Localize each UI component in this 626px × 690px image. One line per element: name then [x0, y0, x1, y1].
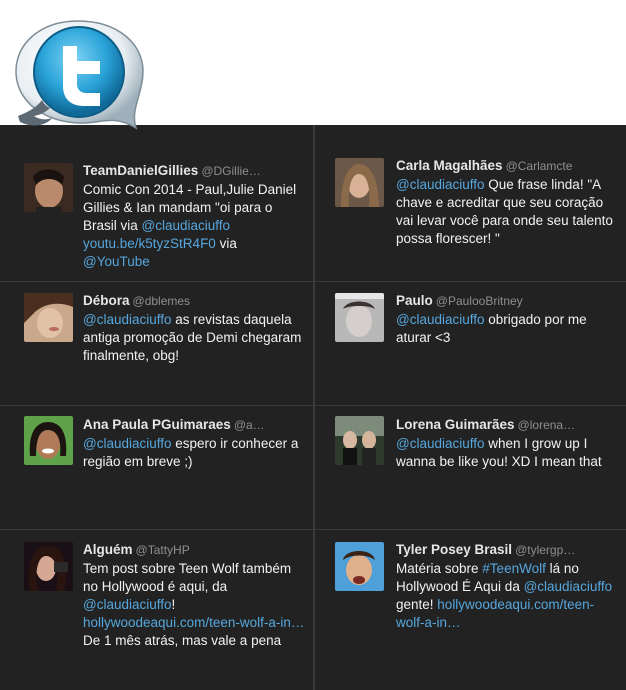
- author-handle[interactable]: @lorena…: [518, 418, 576, 432]
- tweet-link[interactable]: @claudiaciuffo: [524, 579, 613, 594]
- tweet-link[interactable]: @YouTube: [83, 254, 150, 269]
- tweet-content: Débora @dblemes @claudiaciuffo as revista…: [83, 292, 305, 365]
- avatar[interactable]: [335, 542, 384, 591]
- author-name[interactable]: Paulo: [396, 293, 433, 308]
- tweet-card[interactable]: Alguém @TattyHP Tem post sobre Teen Wolf …: [0, 530, 313, 690]
- avatar[interactable]: [335, 293, 384, 342]
- author-handle[interactable]: @Carlamcte: [506, 159, 573, 173]
- tweet-content: Lorena Guimarães @lorena… @claudiaciuffo …: [396, 416, 618, 471]
- tweet-content: Carla Magalhães @Carlamcte @claudiaciuffo…: [396, 157, 618, 248]
- author-name[interactable]: Débora: [83, 293, 130, 308]
- tweet-content: Tyler Posey Brasil @tylergp… Matéria sobr…: [396, 541, 618, 632]
- avatar[interactable]: [24, 416, 73, 465]
- author-name[interactable]: Carla Magalhães: [396, 158, 503, 173]
- author-name[interactable]: Ana Paula PGuimaraes: [83, 417, 231, 432]
- tweet-text: @claudiaciuffo as revistas daquela antig…: [83, 311, 305, 365]
- tweet-text: @claudiaciuffo Que frase linda! "A chave…: [396, 176, 618, 248]
- tweet-link[interactable]: @claudiaciuffo: [83, 597, 172, 612]
- avatar[interactable]: [24, 293, 73, 342]
- avatar[interactable]: [24, 163, 73, 212]
- avatar[interactable]: [335, 158, 384, 207]
- tweet-link[interactable]: @claudiaciuffo: [396, 312, 485, 327]
- tweet-text: @claudiaciuffo espero ir conhecer a regi…: [83, 435, 305, 471]
- twitter-logo: [8, 16, 158, 136]
- tweet-card[interactable]: Carla Magalhães @Carlamcte @claudiaciuffo…: [313, 125, 626, 282]
- tweet-link[interactable]: @claudiaciuffo: [83, 436, 172, 451]
- tweet-link[interactable]: #TeenWolf: [482, 561, 546, 576]
- author-handle[interactable]: @PaulooBritney: [436, 294, 523, 308]
- tweet-text-segment: !: [171, 597, 176, 612]
- author-name[interactable]: TeamDanielGillies: [83, 163, 198, 178]
- tweet-card[interactable]: Lorena Guimarães @lorena… @claudiaciuffo …: [313, 406, 626, 530]
- tweet-text: Tem post sobre Teen Wolf também no Holly…: [83, 560, 305, 650]
- avatar[interactable]: [335, 416, 384, 465]
- tweet-link[interactable]: @claudiaciuffo: [396, 436, 485, 451]
- tweet-content: Alguém @TattyHP Tem post sobre Teen Wolf …: [83, 541, 305, 650]
- tweet-text-segment: Tem post sobre Teen Wolf também no Holly…: [83, 561, 292, 594]
- tweet-text-segment: gente!: [396, 597, 438, 612]
- tweet-text: Matéria sobre #TeenWolf lá no Hollywood …: [396, 560, 618, 632]
- author-name[interactable]: Lorena Guimarães: [396, 417, 515, 432]
- tweet-text: @claudiaciuffo obrigado por me aturar <3: [396, 311, 618, 347]
- tweet-card[interactable]: TeamDanielGillies @DGillie… Comic Con 201…: [0, 125, 313, 282]
- tweet-text-segment: Matéria sobre: [396, 561, 483, 576]
- tweet-text-segment: via: [215, 236, 237, 251]
- tweet-card[interactable]: Ana Paula PGuimaraes @a… @claudiaciuffo e…: [0, 406, 313, 530]
- tweet-link[interactable]: hollywoodeaqui.com/teen-wolf-a-in…: [83, 615, 304, 630]
- avatar[interactable]: [24, 542, 73, 591]
- author-handle[interactable]: @a…: [234, 418, 265, 432]
- tweet-content: Paulo @PaulooBritney @claudiaciuffo obrig…: [396, 292, 618, 347]
- tweet-content: TeamDanielGillies @DGillie… Comic Con 201…: [83, 162, 305, 271]
- tweet-card[interactable]: Tyler Posey Brasil @tylergp… Matéria sobr…: [313, 530, 626, 690]
- author-handle[interactable]: @dblemes: [133, 294, 191, 308]
- tweet-text: @claudiaciuffo when I grow up I wanna be…: [396, 435, 618, 471]
- tweet-card[interactable]: Paulo @PaulooBritney @claudiaciuffo obrig…: [313, 282, 626, 406]
- author-handle[interactable]: @tylergp…: [515, 543, 575, 557]
- author-handle[interactable]: @DGillie…: [201, 164, 261, 178]
- author-name[interactable]: Tyler Posey Brasil: [396, 542, 512, 557]
- author-name[interactable]: Alguém: [83, 542, 133, 557]
- tweet-card[interactable]: Débora @dblemes @claudiaciuffo as revista…: [0, 282, 313, 406]
- tweet-text: Comic Con 2014 - Paul,Julie Daniel Gilli…: [83, 181, 305, 271]
- tweet-link[interactable]: youtu.be/k5tyzStR4F0: [83, 236, 216, 251]
- column-divider: [313, 125, 315, 690]
- tweet-link[interactable]: @claudiaciuffo: [396, 177, 485, 192]
- tweet-content: Ana Paula PGuimaraes @a… @claudiaciuffo e…: [83, 416, 305, 471]
- tweet-link[interactable]: @claudiaciuffo: [83, 312, 172, 327]
- tweet-link[interactable]: @claudiaciuffo: [142, 218, 231, 233]
- author-handle[interactable]: @TattyHP: [136, 543, 190, 557]
- tweet-text-segment: De 1 mês atrás, mas vale a pena: [83, 633, 282, 648]
- twitter-bubble-logo-icon: [15, 20, 144, 130]
